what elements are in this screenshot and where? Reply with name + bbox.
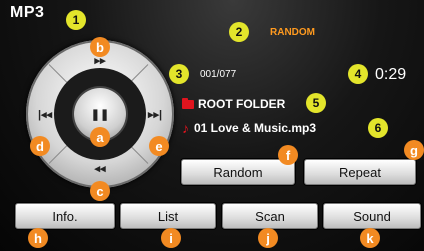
callout-f: f (278, 145, 298, 165)
next-track-button[interactable]: ▸▸| (142, 104, 168, 124)
repeat-button[interactable]: Repeat (304, 159, 416, 185)
callout-g: g (404, 140, 424, 160)
rewind-button[interactable]: ◂◂ (87, 158, 113, 178)
play-time: 0:29 (375, 66, 407, 83)
folder-name: ROOT FOLDER (198, 97, 286, 111)
file-name: 01 Love & Music.mp3 (194, 121, 317, 135)
mode-label: MP3 (10, 4, 45, 21)
sound-button[interactable]: Sound (323, 203, 421, 229)
track-counter: 001/077 (200, 69, 237, 80)
callout-6: 6 (368, 118, 388, 138)
pause-button[interactable]: ❚❚ (87, 104, 113, 124)
callout-d: d (30, 136, 50, 156)
callout-1: 1 (66, 10, 86, 30)
info-button[interactable]: Info. (15, 203, 115, 229)
callout-e: e (149, 136, 169, 156)
callout-h: h (28, 228, 48, 248)
callout-4: 4 (348, 64, 368, 84)
callout-b: b (90, 37, 110, 57)
control-wheel: ▸▸ ◂◂ |◂◂ ▸▸| ❚❚ (26, 40, 174, 188)
callout-c: c (90, 181, 110, 201)
mp3-screen: MP3 RANDOM 001/077 0:29 ROOT FOLDER ♪ 01… (0, 0, 424, 251)
callout-2: 2 (229, 22, 249, 42)
callout-3: 3 (169, 64, 189, 84)
file-row: ♪ 01 Love & Music.mp3 (182, 121, 316, 135)
callout-i: i (161, 228, 181, 248)
list-button[interactable]: List (120, 203, 216, 229)
random-button[interactable]: Random (181, 159, 295, 185)
scan-button[interactable]: Scan (222, 203, 318, 229)
random-status: RANDOM (270, 27, 315, 38)
callout-k: k (360, 228, 380, 248)
callout-j: j (258, 228, 278, 248)
previous-track-button[interactable]: |◂◂ (32, 104, 58, 124)
folder-icon (182, 97, 194, 109)
callout-5: 5 (306, 93, 326, 113)
callout-a: a (90, 127, 110, 147)
folder-row: ROOT FOLDER (182, 97, 285, 111)
music-note-icon: ♪ (182, 120, 189, 136)
